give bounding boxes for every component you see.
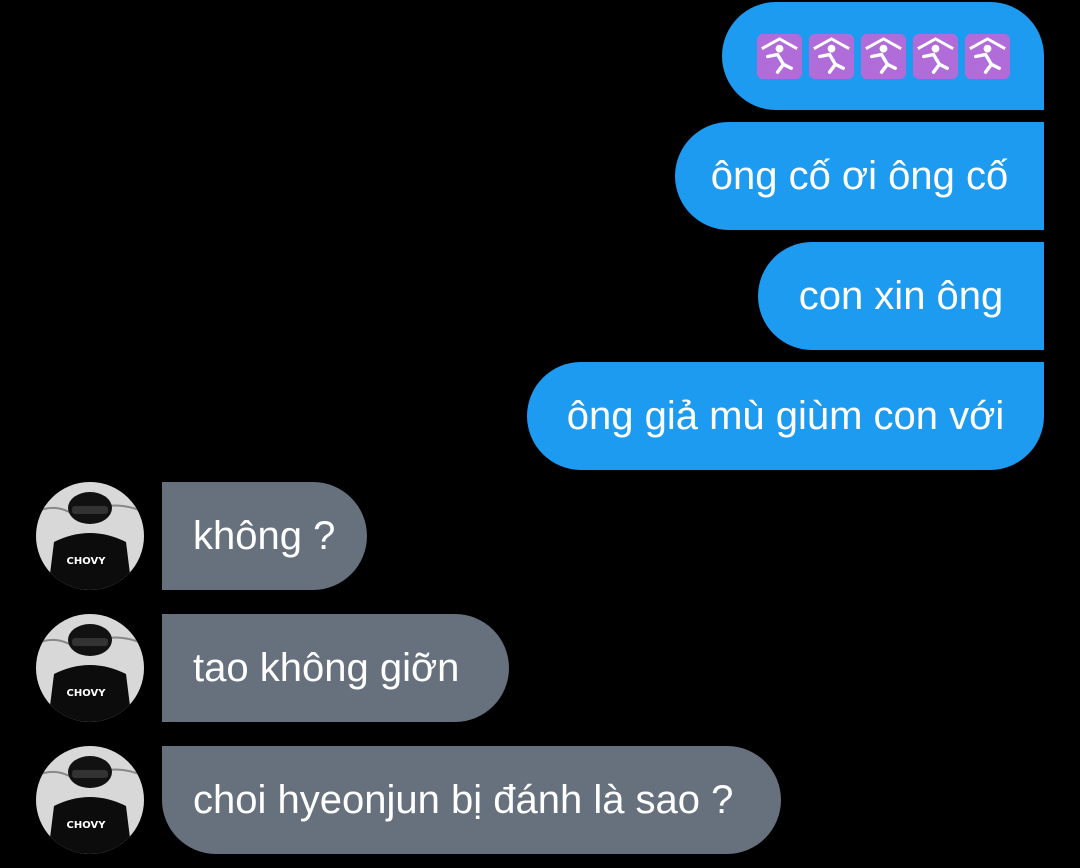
sent-message[interactable]: ông giả mù giùm con với (527, 362, 1044, 470)
person-praying-icon (964, 33, 1010, 79)
avatar[interactable]: CHOVY (36, 482, 144, 590)
sent-message[interactable]: ông cố ơi ông cố (675, 122, 1044, 230)
sent-message[interactable]: con xin ông (758, 242, 1044, 350)
person-praying-icon (756, 33, 802, 79)
message-text: con xin ông (798, 273, 1004, 318)
user-avatar-icon: CHOVY (36, 482, 144, 590)
user-avatar-icon: CHOVY (36, 746, 144, 854)
received-message[interactable]: không ? (162, 482, 367, 590)
svg-text:CHOVY: CHOVY (67, 556, 107, 567)
message-text: ông giả mù giùm con với (566, 393, 1005, 438)
user-avatar-icon: CHOVY (36, 614, 144, 722)
avatar[interactable]: CHOVY (36, 746, 144, 854)
sent-message-emoji[interactable] (722, 2, 1044, 110)
received-message[interactable]: choi hyeonjun bị đánh là sao ? (162, 746, 781, 854)
avatar[interactable]: CHOVY (36, 614, 144, 722)
message-text: tao không giỡn (193, 645, 460, 690)
emoji-row (756, 33, 1011, 80)
person-praying-icon (860, 33, 906, 79)
received-message[interactable]: tao không giỡn (162, 614, 509, 722)
person-praying-icon (912, 33, 958, 79)
message-text: choi hyeonjun bị đánh là sao ? (193, 777, 734, 822)
person-praying-icon (808, 33, 854, 79)
message-text: không ? (193, 513, 336, 558)
svg-text:CHOVY: CHOVY (67, 820, 107, 831)
message-text: ông cố ơi ông cố (710, 153, 1009, 198)
svg-text:CHOVY: CHOVY (67, 688, 107, 699)
